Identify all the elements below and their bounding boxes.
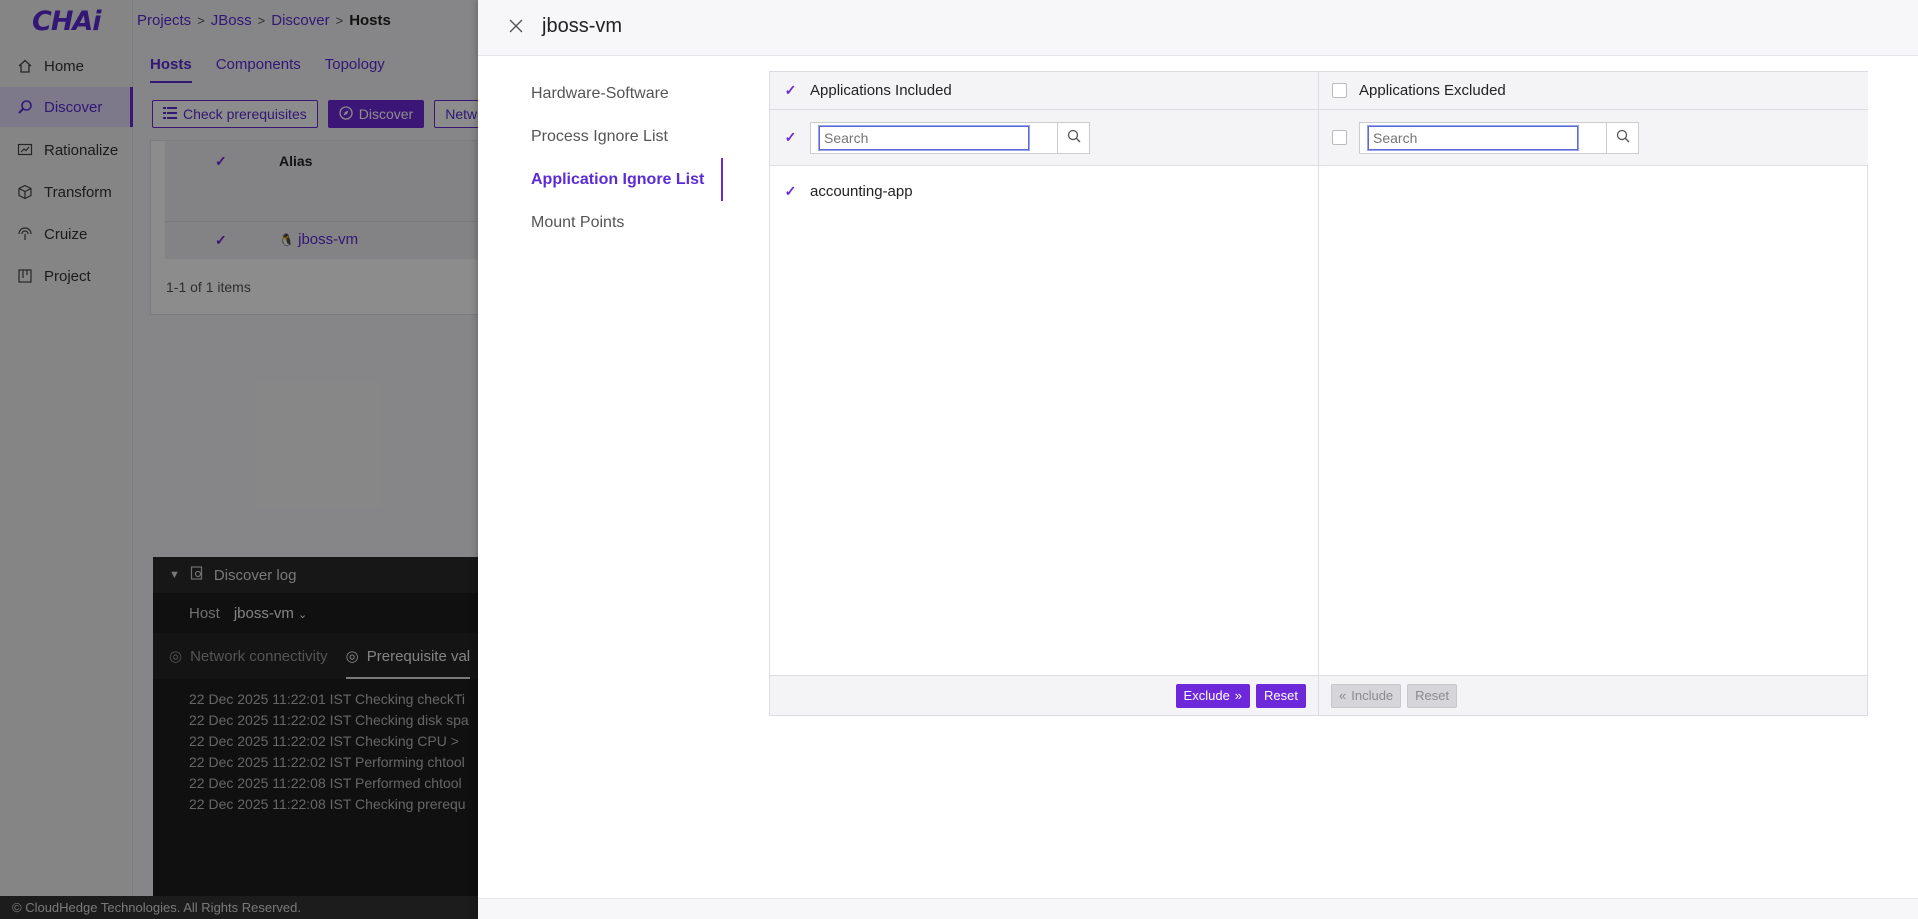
- modal-backdrop[interactable]: [0, 0, 478, 919]
- excluded-footer: « Include Reset: [1319, 675, 1867, 715]
- drawer-nav-hardware-software[interactable]: Hardware-Software: [531, 72, 723, 115]
- double-chevron-left-icon: «: [1339, 688, 1347, 703]
- included-search-row: ✓: [770, 110, 1318, 166]
- search-icon: [1067, 129, 1081, 147]
- included-header: ✓ Applications Included: [770, 72, 1318, 110]
- excluded-search: [1359, 121, 1639, 154]
- close-button[interactable]: [505, 17, 527, 39]
- excluded-list: [1319, 166, 1868, 675]
- reset-label: Reset: [1415, 688, 1450, 703]
- excluded-search-input[interactable]: [1367, 124, 1579, 151]
- excluded-search-box: [1359, 121, 1607, 154]
- exclude-button[interactable]: Exclude »: [1175, 683, 1251, 708]
- included-reset-button[interactable]: Reset: [1256, 683, 1306, 708]
- included-search-input[interactable]: [818, 124, 1030, 151]
- applications-included-panel: ✓ Applications Included ✓ Search ✓ accou…: [770, 72, 1319, 715]
- drawer-nav-mount-points[interactable]: Mount Points: [531, 201, 723, 244]
- host-details-drawer: jboss-vm Hardware-Software Process Ignor…: [478, 0, 1918, 919]
- applications-excluded-panel: Applications Excluded Search « Include R…: [1319, 72, 1868, 715]
- reset-label: Reset: [1264, 688, 1298, 703]
- drawer-footer: [478, 898, 1918, 919]
- include-label: Include: [1351, 688, 1394, 703]
- check-icon: ✓: [784, 129, 797, 145]
- excluded-header: Applications Excluded: [1319, 72, 1868, 110]
- excluded-select-all-checkbox[interactable]: [1332, 83, 1347, 98]
- drawer-title: jboss-vm: [542, 15, 623, 37]
- included-select-all-checkbox[interactable]: ✓: [783, 82, 798, 98]
- included-search-button[interactable]: [1058, 121, 1090, 154]
- drawer-header: jboss-vm: [478, 0, 1918, 56]
- exclude-label: Exclude: [1183, 688, 1230, 703]
- include-button[interactable]: « Include: [1331, 683, 1402, 708]
- check-icon: ✓: [784, 182, 797, 199]
- excluded-reset-button[interactable]: Reset: [1407, 683, 1458, 708]
- drawer-nav-process-ignore-list[interactable]: Process Ignore List: [531, 115, 723, 158]
- drawer-nav-application-ignore-list[interactable]: Application Ignore List: [531, 158, 723, 201]
- included-search-box: [810, 121, 1058, 154]
- excluded-search-button[interactable]: [1607, 121, 1639, 154]
- included-footer: Exclude » Reset: [770, 675, 1318, 715]
- close-icon: [509, 19, 523, 37]
- excluded-title: Applications Excluded: [1359, 82, 1506, 99]
- included-filter-checkbox[interactable]: ✓: [783, 129, 798, 145]
- double-chevron-right-icon: »: [1234, 688, 1243, 703]
- list-item[interactable]: ✓ accounting-app: [770, 176, 1318, 206]
- included-list: ✓ accounting-app: [770, 166, 1318, 675]
- check-icon: ✓: [784, 82, 797, 98]
- item-label: accounting-app: [810, 182, 913, 200]
- item-checkbox[interactable]: ✓: [783, 182, 798, 199]
- included-title: Applications Included: [810, 82, 952, 99]
- excluded-filter-checkbox[interactable]: [1332, 130, 1347, 145]
- search-icon: [1616, 129, 1630, 147]
- excluded-search-row: [1319, 110, 1868, 166]
- application-transfer-list: ✓ Applications Included ✓ Search ✓ accou…: [769, 71, 1868, 716]
- included-search: [810, 121, 1090, 154]
- drawer-nav: Hardware-Software Process Ignore List Ap…: [531, 72, 723, 244]
